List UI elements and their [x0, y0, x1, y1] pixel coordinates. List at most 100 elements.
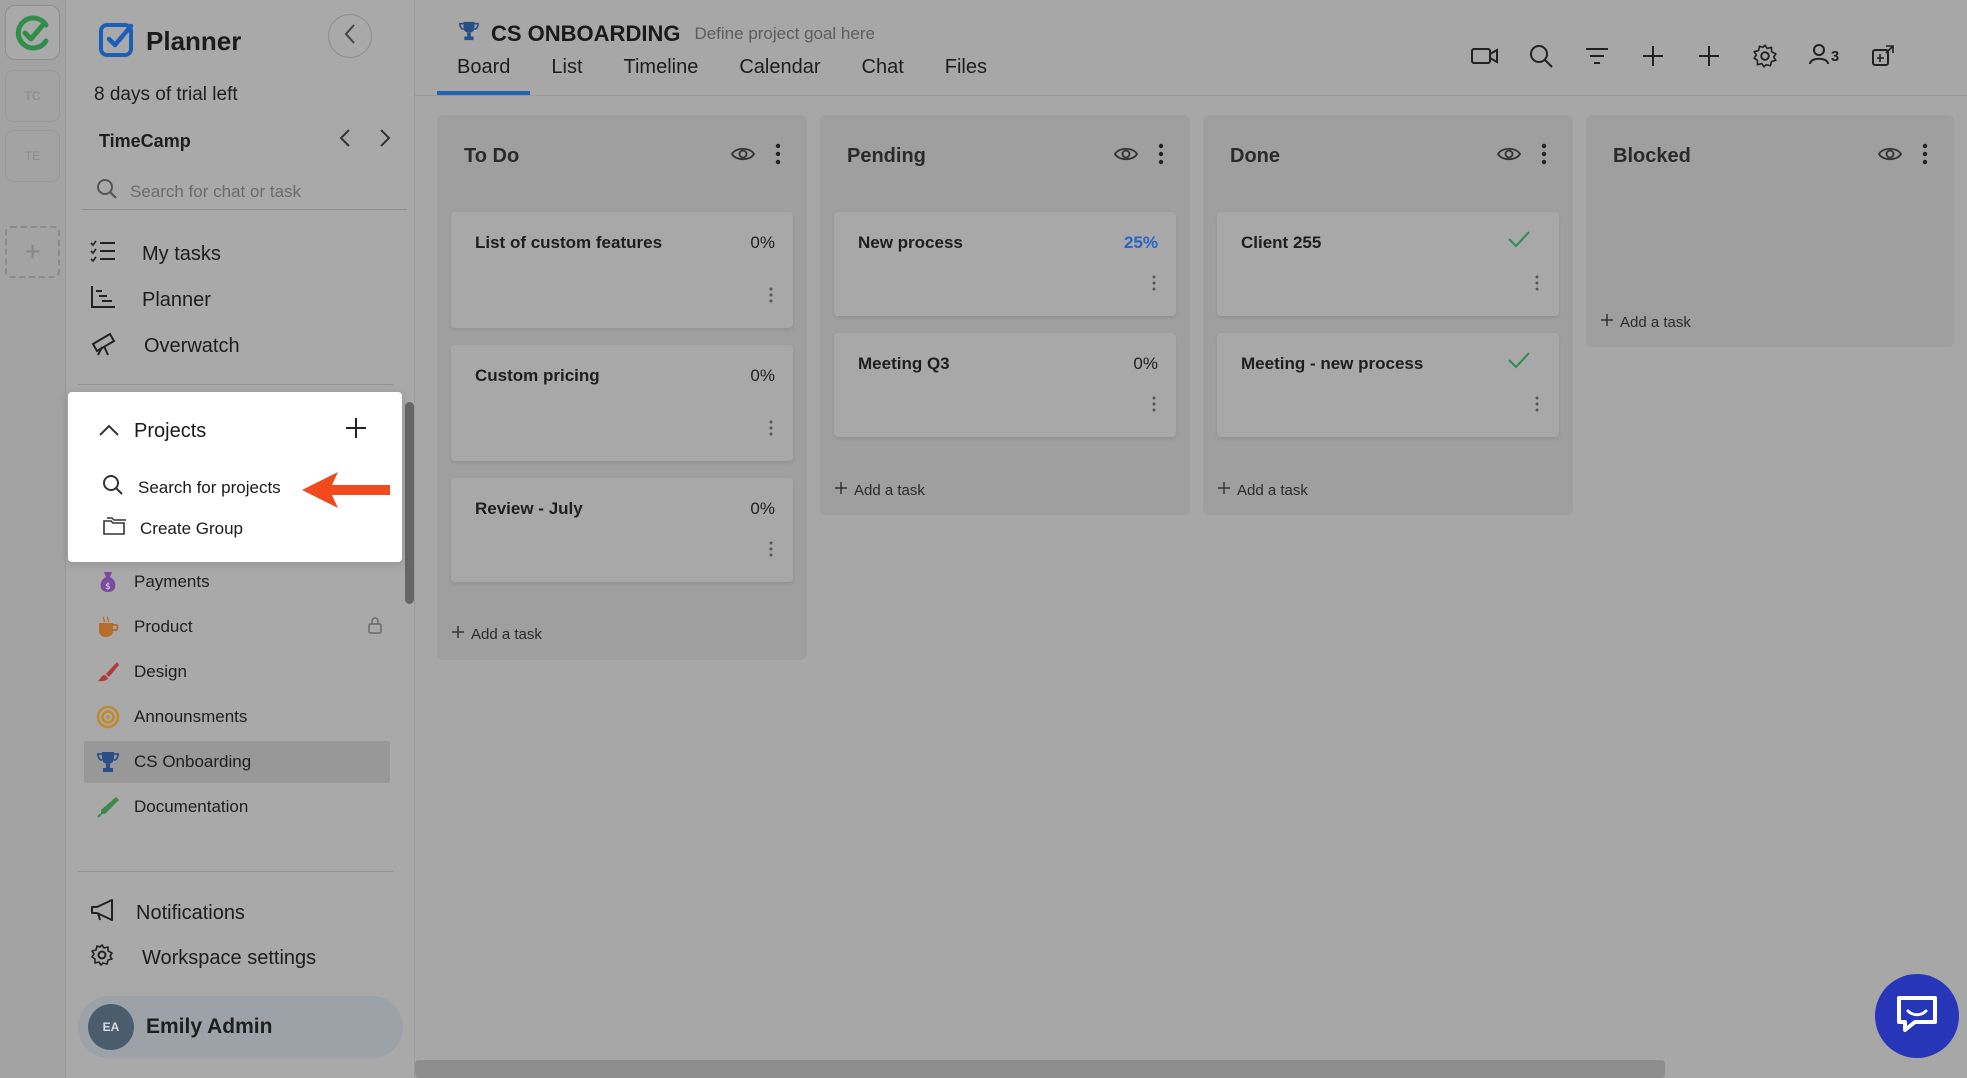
add-task-button[interactable]: Add a task: [451, 625, 542, 643]
money-bag-icon: $: [96, 570, 120, 594]
tab-list[interactable]: List: [531, 56, 602, 95]
project-label: Payments: [134, 572, 210, 591]
more-vertical-icon[interactable]: [775, 143, 781, 170]
projects-header[interactable]: Projects: [98, 420, 206, 443]
more-vertical-icon[interactable]: [769, 287, 773, 308]
search-icon[interactable]: [1525, 40, 1557, 72]
task-progress: 0%: [750, 499, 775, 518]
chevron-left-icon[interactable]: [338, 128, 352, 153]
sidebar-item-cs-onboarding[interactable]: CS Onboarding: [84, 741, 390, 783]
column-blocked: Blocked Add a task: [1586, 115, 1954, 347]
planner-logo-icon: [98, 20, 136, 63]
task-card[interactable]: List of custom features 0%: [451, 212, 793, 328]
more-vertical-icon[interactable]: [1152, 396, 1156, 417]
filter-icon[interactable]: [1581, 40, 1613, 72]
sidebar-item-notifications[interactable]: Notifications: [90, 898, 245, 928]
tab-chat[interactable]: Chat: [842, 56, 924, 95]
search-projects-button[interactable]: Search for projects: [102, 474, 281, 501]
sidebar-item-payments[interactable]: $ Payments: [96, 561, 401, 603]
projects-title: Projects: [134, 420, 207, 442]
project-tabs: Board List Timeline Calendar Chat Files: [437, 56, 987, 95]
board-horizontal-scrollbar[interactable]: [415, 1060, 1665, 1078]
project-header: CS ONBOARDING Define project goal here B…: [415, 0, 1967, 96]
sidebar-search-input[interactable]: Search for chat or task: [82, 174, 407, 210]
megaphone-icon: [90, 898, 118, 928]
user-profile[interactable]: EA Emily Admin: [78, 996, 403, 1058]
project-label: Announsments: [134, 707, 248, 726]
eye-icon[interactable]: [730, 145, 756, 168]
sidebar-scrollbar[interactable]: [405, 402, 414, 604]
gear-icon[interactable]: [1749, 40, 1781, 72]
sidebar-item-announsments[interactable]: Announsments: [96, 696, 401, 738]
task-card[interactable]: Custom pricing 0%: [451, 345, 793, 461]
workspace-tile-te[interactable]: TE: [5, 130, 60, 182]
more-vertical-icon[interactable]: [769, 541, 773, 562]
eye-icon[interactable]: [1877, 145, 1903, 168]
tab-calendar[interactable]: Calendar: [719, 56, 840, 95]
column-title[interactable]: Pending: [847, 145, 926, 168]
more-vertical-icon[interactable]: [1158, 143, 1164, 170]
add-column-icon[interactable]: [1693, 40, 1725, 72]
project-goal-field[interactable]: Define project goal here: [694, 24, 875, 44]
tab-board[interactable]: Board: [437, 56, 531, 95]
add-task-label: Add a task: [1620, 313, 1691, 331]
trophy-icon: [96, 750, 120, 774]
more-vertical-icon[interactable]: [1541, 143, 1547, 170]
add-icon[interactable]: [1637, 40, 1669, 72]
column-title[interactable]: Blocked: [1613, 145, 1691, 168]
header-toolbar: 3: [1469, 40, 1899, 72]
collapse-sidebar-button[interactable]: [328, 14, 372, 58]
sidebar-item-documentation[interactable]: Documentation: [96, 786, 401, 828]
workspace-strip: TC TE +: [0, 0, 66, 1078]
task-card[interactable]: Meeting Q3 0%: [834, 333, 1176, 437]
sidebar-item-planner[interactable]: Planner: [90, 285, 211, 315]
workspace-name[interactable]: TimeCamp: [99, 131, 191, 152]
add-project-button[interactable]: [344, 416, 368, 445]
add-task-button[interactable]: Add a task: [1600, 313, 1691, 331]
add-task-button[interactable]: Add a task: [834, 481, 925, 499]
eye-icon[interactable]: [1113, 145, 1139, 168]
sidebar-item-overwatch[interactable]: Overwatch: [90, 330, 240, 362]
column-title[interactable]: Done: [1230, 145, 1280, 168]
more-vertical-icon[interactable]: [1535, 396, 1539, 417]
workspace-tile-tc[interactable]: TC: [5, 70, 60, 122]
sidebar-item-design[interactable]: Design: [96, 651, 401, 693]
integrations-icon[interactable]: [1867, 40, 1899, 72]
video-call-icon[interactable]: [1469, 40, 1501, 72]
sidebar-item-product[interactable]: Product: [96, 606, 401, 648]
task-card[interactable]: Review - July 0%: [451, 478, 793, 582]
more-vertical-icon[interactable]: [1535, 275, 1539, 296]
task-progress: 25%: [1123, 233, 1158, 252]
trophy-icon: [457, 20, 481, 47]
create-group-label: Create Group: [140, 518, 243, 538]
more-vertical-icon[interactable]: [769, 420, 773, 441]
sidebar-item-my-tasks[interactable]: My tasks: [90, 240, 221, 268]
pen-icon: [96, 795, 120, 819]
plus-icon: [834, 481, 848, 499]
task-card[interactable]: Meeting - new process: [1217, 333, 1559, 437]
planner-chart-icon: [90, 285, 116, 315]
task-title: Meeting Q3: [858, 354, 950, 373]
members-button[interactable]: 3: [1805, 40, 1843, 72]
project-label: Documentation: [134, 797, 249, 816]
check-icon: [1507, 230, 1531, 253]
tab-files[interactable]: Files: [925, 56, 1007, 95]
lock-icon: [367, 616, 383, 639]
add-workspace-button[interactable]: +: [5, 226, 60, 278]
chevron-right-icon[interactable]: [378, 128, 392, 153]
plus-icon: [1600, 313, 1614, 331]
add-task-button[interactable]: Add a task: [1217, 481, 1308, 499]
create-group-button[interactable]: Create Group: [102, 516, 243, 541]
timecamp-logo-icon[interactable]: [5, 5, 60, 60]
eye-icon[interactable]: [1496, 145, 1522, 168]
column-title[interactable]: To Do: [464, 145, 519, 168]
task-card[interactable]: Client 255: [1217, 212, 1559, 316]
tab-timeline[interactable]: Timeline: [604, 56, 719, 95]
support-chat-button[interactable]: [1875, 974, 1959, 1058]
sidebar-item-workspace-settings[interactable]: Workspace settings: [90, 943, 316, 973]
project-title[interactable]: CS ONBOARDING: [491, 21, 680, 47]
more-vertical-icon[interactable]: [1922, 143, 1928, 170]
column-to-do: To Do List of custom features 0% Custom …: [437, 115, 807, 660]
task-card[interactable]: New process 25%: [834, 212, 1176, 316]
more-vertical-icon[interactable]: [1152, 275, 1156, 296]
